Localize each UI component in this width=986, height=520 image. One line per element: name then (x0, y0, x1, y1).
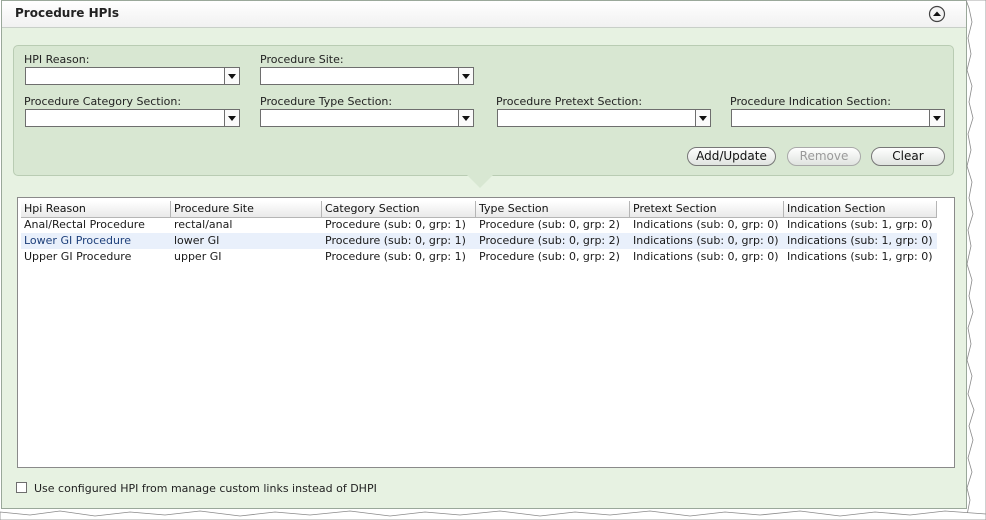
cell-category-section: Procedure (sub: 0, grp: 1) (325, 218, 466, 231)
cell-indication-section: Indications (sub: 1, grp: 0) (787, 234, 933, 247)
category-section-label: Procedure Category Section: (24, 95, 182, 108)
cell-hpi-reason: Anal/Rectal Procedure (24, 218, 145, 231)
hpi-reason-label: HPI Reason: (24, 53, 90, 66)
chevron-down-icon[interactable] (224, 68, 239, 84)
cell-pretext-section: Indications (sub: 0, grp: 0) (633, 250, 779, 263)
cell-category-section: Procedure (sub: 0, grp: 1) (325, 234, 466, 247)
use-configured-hpi-label[interactable]: Use configured HPI from manage custom li… (34, 482, 377, 495)
column-header-indication-section[interactable]: Indication Section (784, 201, 937, 217)
pretext-section-label: Procedure Pretext Section: (496, 95, 643, 108)
procedure-site-label: Procedure Site: (260, 53, 344, 66)
add-update-button[interactable]: Add/Update (687, 147, 776, 166)
cell-category-section: Procedure (sub: 0, grp: 1) (325, 250, 466, 263)
table-row[interactable]: Anal/Rectal Procedure rectal/anal Proced… (21, 217, 937, 233)
column-header-hpi-reason[interactable]: Hpi Reason (21, 201, 171, 217)
table-row[interactable]: Upper GI Procedure upper GI Procedure (s… (21, 249, 937, 265)
filter-area-pointer (467, 175, 493, 188)
chevron-up-circle-icon[interactable] (928, 5, 946, 23)
torn-edge-bottom (0, 510, 986, 520)
cell-pretext-section: Indications (sub: 0, grp: 0) (633, 234, 779, 247)
column-header-category-section[interactable]: Category Section (322, 201, 476, 217)
pretext-section-dropdown[interactable] (497, 109, 711, 127)
cell-procedure-site: lower GI (174, 234, 220, 247)
cell-type-section: Procedure (sub: 0, grp: 2) (479, 234, 620, 247)
cell-pretext-section: Indications (sub: 0, grp: 0) (633, 218, 779, 231)
chevron-down-icon[interactable] (224, 110, 239, 126)
column-header-pretext-section[interactable]: Pretext Section (630, 201, 784, 217)
chevron-down-icon[interactable] (458, 110, 473, 126)
table-header: Hpi Reason Procedure Site Category Secti… (21, 201, 937, 218)
panel-title: Procedure HPIs (15, 6, 120, 20)
cell-procedure-site: upper GI (174, 250, 222, 263)
procedure-hpi-table[interactable]: Hpi Reason Procedure Site Category Secti… (17, 197, 955, 468)
cell-indication-section: Indications (sub: 1, grp: 0) (787, 250, 933, 263)
indication-section-label: Procedure Indication Section: (730, 95, 891, 108)
column-header-type-section[interactable]: Type Section (476, 201, 630, 217)
cell-type-section: Procedure (sub: 0, grp: 2) (479, 250, 620, 263)
chevron-down-icon[interactable] (695, 110, 710, 126)
cell-type-section: Procedure (sub: 0, grp: 2) (479, 218, 620, 231)
procedure-hpis-panel: Procedure HPIs HPI Reason: Procedure Sit… (1, 0, 967, 509)
cell-hpi-reason: Lower GI Procedure (24, 234, 131, 247)
chevron-down-icon[interactable] (458, 68, 473, 84)
procedure-site-dropdown[interactable] (260, 67, 474, 85)
category-section-dropdown[interactable] (25, 109, 240, 127)
panel-header: Procedure HPIs (2, 1, 966, 28)
column-header-procedure-site[interactable]: Procedure Site (171, 201, 322, 217)
hpi-reason-dropdown[interactable] (25, 67, 240, 85)
table-row[interactable]: Lower GI Procedure lower GI Procedure (s… (21, 233, 937, 249)
chevron-down-icon[interactable] (929, 110, 944, 126)
torn-edge-right (966, 0, 986, 520)
type-section-dropdown[interactable] (260, 109, 474, 127)
use-configured-hpi-checkbox[interactable] (16, 482, 27, 493)
remove-button[interactable]: Remove (787, 147, 861, 166)
cell-procedure-site: rectal/anal (174, 218, 233, 231)
clear-button[interactable]: Clear (871, 147, 945, 166)
indication-section-dropdown[interactable] (731, 109, 945, 127)
cell-indication-section: Indications (sub: 1, grp: 0) (787, 218, 933, 231)
type-section-label: Procedure Type Section: (260, 95, 393, 108)
cell-hpi-reason: Upper GI Procedure (24, 250, 132, 263)
